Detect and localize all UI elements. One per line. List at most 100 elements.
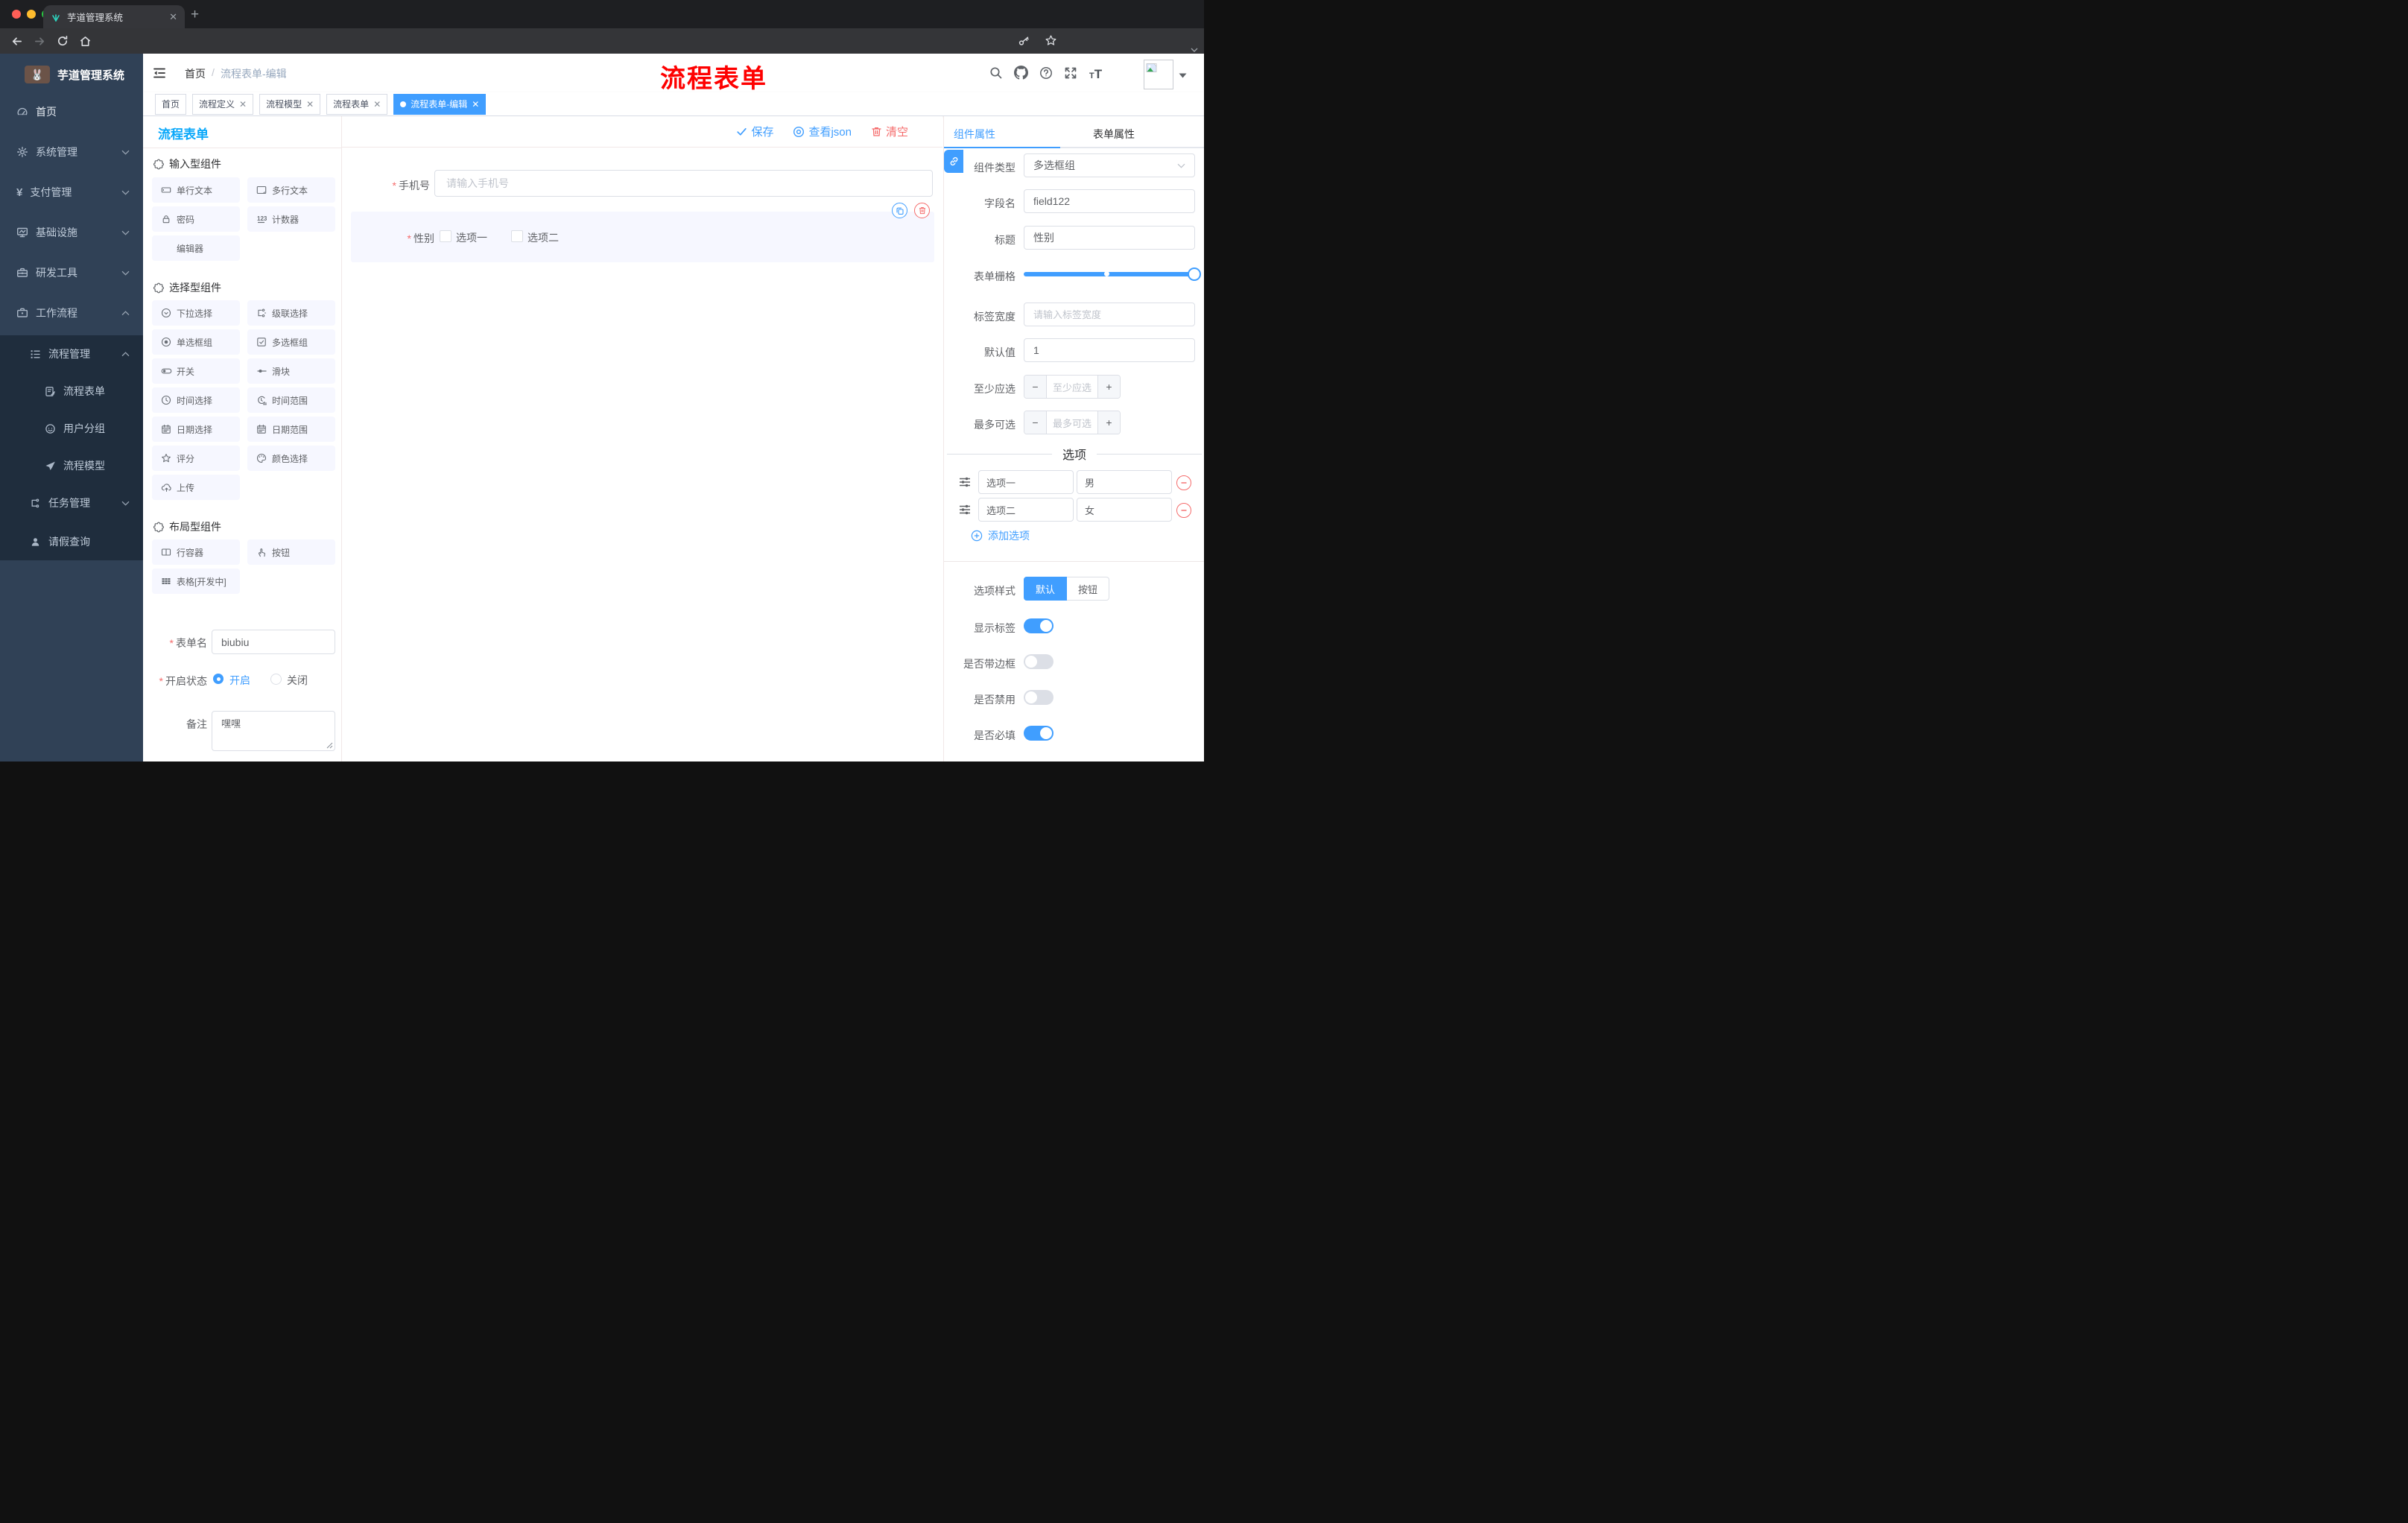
palette-item-time-picker[interactable]: 时间选择	[152, 387, 240, 413]
clear-button[interactable]: 清空	[871, 124, 908, 139]
checkbox-option1-label[interactable]: 选项一	[456, 230, 487, 245]
sidebar-item-dev-tools[interactable]: 研发工具	[0, 254, 143, 291]
window-minimize-button[interactable]	[27, 10, 36, 19]
sidebar-collapse-icon[interactable]	[152, 66, 167, 80]
increase-button[interactable]: +	[1097, 376, 1120, 398]
password-key-icon[interactable]	[1018, 35, 1030, 47]
field-name-input[interactable]	[1024, 189, 1195, 213]
font-size-icon[interactable]: TT	[1089, 67, 1102, 82]
phone-input[interactable]	[434, 170, 933, 197]
palette-item-cascader[interactable]: 级联选择	[247, 300, 335, 326]
palette-item-editor[interactable]: 编辑器	[152, 235, 240, 261]
palette-item-date-picker[interactable]: 日期选择	[152, 417, 240, 442]
show-label-switch[interactable]	[1024, 618, 1054, 633]
default-value-input[interactable]	[1024, 338, 1195, 362]
title-input[interactable]	[1024, 226, 1195, 250]
delete-component-button[interactable]	[914, 203, 930, 218]
palette-item-single-line-text[interactable]: 单行文本	[152, 177, 240, 203]
option2-label-input[interactable]	[978, 498, 1074, 522]
search-icon[interactable]	[989, 66, 1003, 80]
bookmark-star-icon[interactable]	[1045, 34, 1057, 47]
radio-off-label[interactable]: 关闭	[287, 673, 308, 688]
sidebar-item-leave-query[interactable]: 请假查询	[0, 523, 143, 560]
checkbox-option1[interactable]	[440, 230, 452, 242]
tag-close-icon[interactable]: ✕	[472, 99, 479, 110]
drag-handle-icon[interactable]	[959, 504, 971, 516]
palette-item-checkbox-group[interactable]: 多选框组	[247, 329, 335, 355]
sidebar-item-process-management[interactable]: 流程管理	[0, 335, 143, 373]
form-remark-textarea[interactable]: 嘿嘿	[212, 711, 335, 751]
add-option-button[interactable]: 添加选项	[971, 528, 1030, 543]
palette-item-switch[interactable]: 开关	[152, 358, 240, 384]
sidebar-item-workflow[interactable]: 工作流程	[0, 294, 143, 332]
palette-item-rate[interactable]: 评分	[152, 446, 240, 471]
tag-home[interactable]: 首页	[155, 93, 187, 115]
checkbox-option2[interactable]	[511, 230, 523, 242]
breadcrumb-home[interactable]: 首页	[185, 66, 206, 81]
tag-close-icon[interactable]: ✕	[239, 99, 247, 110]
github-icon[interactable]	[1014, 66, 1028, 80]
radio-on-selected[interactable]	[213, 674, 224, 684]
sidebar-item-task-management[interactable]: 任务管理	[0, 484, 143, 522]
sidebar-item-user-group[interactable]: 用户分组	[0, 410, 143, 447]
tab-form-props[interactable]: 表单属性	[1093, 127, 1135, 142]
browser-tab[interactable]: 芋道管理系统 ✕	[43, 5, 185, 28]
palette-item-password[interactable]: 密码	[152, 206, 240, 232]
grid-slider-track[interactable]	[1024, 267, 1201, 281]
palette-item-counter[interactable]: 123 计数器	[247, 206, 335, 232]
window-close-button[interactable]	[12, 10, 21, 19]
component-type-select[interactable]: 多选框组	[1024, 153, 1195, 177]
tag-process-form[interactable]: 流程表单 ✕	[326, 93, 388, 115]
decrease-button[interactable]: −	[1024, 411, 1047, 434]
tag-close-icon[interactable]: ✕	[306, 99, 314, 110]
palette-item-table[interactable]: 表格[开发中]	[152, 569, 240, 594]
style-default-button[interactable]: 默认	[1024, 577, 1068, 601]
palette-item-select[interactable]: 下拉选择	[152, 300, 240, 326]
tag-process-form-edit[interactable]: 流程表单-编辑 ✕	[393, 93, 487, 115]
slider-handle[interactable]	[1188, 267, 1201, 281]
forward-icon[interactable]	[34, 35, 46, 48]
palette-item-color-picker[interactable]: 颜色选择	[247, 446, 335, 471]
reload-icon[interactable]	[57, 35, 69, 47]
back-icon[interactable]	[10, 35, 23, 48]
radio-on-label[interactable]: 开启	[229, 673, 250, 688]
increase-button[interactable]: +	[1097, 411, 1120, 434]
palette-item-slider[interactable]: 滑块	[247, 358, 335, 384]
checkbox-option2-label[interactable]: 选项二	[527, 230, 559, 245]
form-name-input[interactable]	[212, 630, 335, 654]
min-checked-stepper[interactable]: − 至少应选 +	[1024, 375, 1121, 399]
disabled-switch[interactable]	[1024, 690, 1054, 705]
max-checked-stepper[interactable]: − 最多可选 +	[1024, 411, 1121, 434]
palette-item-radio-group[interactable]: 单选框组	[152, 329, 240, 355]
sidebar-item-payment[interactable]: ¥ 支付管理	[0, 174, 143, 211]
drag-handle-icon[interactable]	[959, 476, 971, 488]
tag-close-icon[interactable]: ✕	[373, 99, 381, 110]
sidebar-item-system[interactable]: 系统管理	[0, 133, 143, 171]
avatar[interactable]	[1144, 60, 1173, 89]
style-button-button[interactable]: 按钮	[1067, 577, 1110, 601]
tag-process-model[interactable]: 流程模型 ✕	[259, 93, 321, 115]
tab-component-props[interactable]: 组件属性	[954, 127, 995, 142]
sidebar-item-home[interactable]: 首页	[0, 93, 143, 130]
fullscreen-icon[interactable]	[1064, 66, 1077, 80]
palette-item-button[interactable]: 按钮	[247, 539, 335, 565]
option2-value-input[interactable]	[1077, 498, 1172, 522]
copy-component-button[interactable]	[892, 203, 907, 218]
radio-off[interactable]	[270, 674, 282, 685]
palette-item-row-container[interactable]: 行容器	[152, 539, 240, 565]
app-logo[interactable]: 🐰 芋道管理系统	[0, 54, 143, 95]
selected-component-gender[interactable]: * 性别 选项一 选项二	[351, 212, 934, 262]
save-button[interactable]: 保存	[736, 124, 773, 139]
palette-item-time-range[interactable]: 时间范围	[247, 387, 335, 413]
sidebar-item-process-model[interactable]: 流程模型	[0, 447, 143, 484]
help-icon[interactable]	[1039, 66, 1053, 80]
option1-label-input[interactable]	[978, 470, 1074, 494]
sidebar-item-infrastructure[interactable]: 基础设施	[0, 214, 143, 251]
avatar-caret-icon[interactable]	[1179, 73, 1187, 78]
label-width-input[interactable]	[1024, 303, 1195, 326]
remove-option1-button[interactable]	[1176, 475, 1191, 490]
resize-handle-icon[interactable]	[326, 742, 333, 749]
palette-item-date-range[interactable]: 日期范围	[247, 417, 335, 442]
option1-value-input[interactable]	[1077, 470, 1172, 494]
palette-item-textarea[interactable]: 多行文本	[247, 177, 335, 203]
